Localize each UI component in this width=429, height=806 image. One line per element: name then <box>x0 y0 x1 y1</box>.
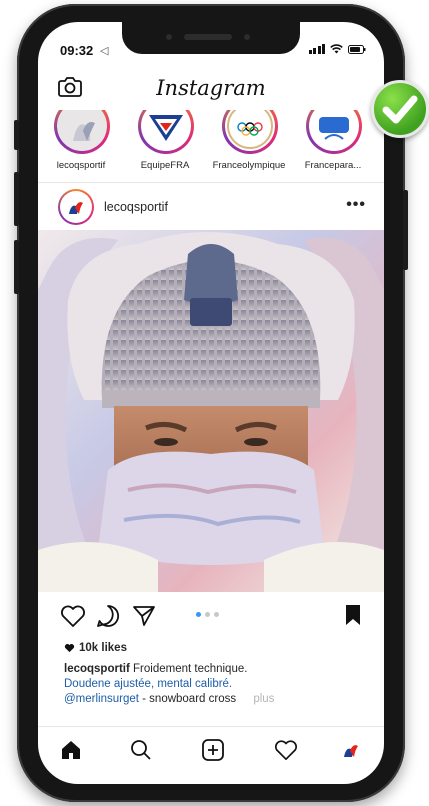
sensor-dot <box>166 34 172 40</box>
caption-more-link[interactable]: plus <box>253 693 274 705</box>
phone-volume-up-button <box>14 172 19 226</box>
speaker-grille <box>184 34 232 40</box>
carousel-dot <box>205 612 210 617</box>
carousel-indicator <box>196 612 219 617</box>
home-icon[interactable] <box>60 739 82 761</box>
phone-screen: 09:32 ◁ Instagram lecoqsportif EquipeFRA… <box>38 22 384 784</box>
story-name: Francepara... <box>304 160 362 171</box>
carousel-dot-active <box>196 612 201 617</box>
caption-line2: Doudene ajustée, mental calibré. <box>64 678 233 690</box>
wifi-icon <box>330 44 343 54</box>
post-actions <box>38 596 384 636</box>
heart-icon <box>64 643 75 653</box>
status-icons <box>308 44 367 54</box>
new-post-icon[interactable] <box>202 739 224 761</box>
story-name: Franceolympique <box>212 160 286 171</box>
stories-tray: lecoqsportif EquipeFRA Franceolympique F… <box>38 110 384 182</box>
avatar[interactable] <box>58 189 94 225</box>
activity-heart-icon[interactable] <box>274 739 298 761</box>
save-bookmark-icon[interactable] <box>344 604 362 626</box>
checkmark-badge-icon <box>371 80 429 138</box>
rooster-logo-icon <box>69 202 83 214</box>
front-camera-dot <box>244 34 250 40</box>
bottom-tab-bar <box>38 726 384 784</box>
carousel-dot <box>214 612 219 617</box>
story-name: EquipeFRA <box>140 160 190 171</box>
rooster-logo-icon <box>73 122 95 141</box>
instagram-logo: Instagram <box>156 76 266 100</box>
share-send-icon[interactable] <box>132 604 156 628</box>
caption-mention[interactable]: @merlinsurget <box>64 693 139 705</box>
likes-count[interactable]: 10k likes <box>64 642 127 654</box>
signal-icon <box>308 44 325 54</box>
status-time: 09:32 <box>60 43 94 58</box>
olympic-rings-icon <box>227 110 273 149</box>
post-header: lecoqsportif ••• <box>38 184 384 230</box>
paralympic-logo-icon <box>319 117 349 140</box>
checkmark-icon <box>382 95 418 124</box>
location-icon: ◁ <box>100 45 109 57</box>
search-icon[interactable] <box>130 739 152 761</box>
post-photo-illustration <box>38 230 384 592</box>
post-image[interactable] <box>38 230 384 592</box>
comment-icon[interactable] <box>96 604 120 628</box>
profile-icon[interactable] <box>340 739 362 761</box>
stories-divider <box>38 182 384 183</box>
post-caption: lecoqsportif Froidement technique. Doude… <box>64 662 364 707</box>
story-name: lecoqsportif <box>56 160 106 171</box>
like-heart-icon[interactable] <box>60 604 86 628</box>
equipe-france-logo-icon <box>149 115 183 141</box>
phone-side-button <box>14 120 19 150</box>
phone-volume-down-button <box>14 240 19 294</box>
notch <box>122 22 300 54</box>
likes-text: 10k likes <box>79 642 127 654</box>
caption-username[interactable]: lecoqsportif <box>64 663 130 675</box>
caption-rest: - snowboard cross <box>138 693 237 705</box>
battery-icon <box>348 44 366 54</box>
more-options-icon[interactable]: ••• <box>346 196 366 214</box>
phone-power-button <box>403 190 408 270</box>
post-username[interactable]: lecoqsportif <box>104 200 168 214</box>
caption-text: Froidement technique. <box>133 663 248 675</box>
app-header: Instagram <box>38 70 384 110</box>
